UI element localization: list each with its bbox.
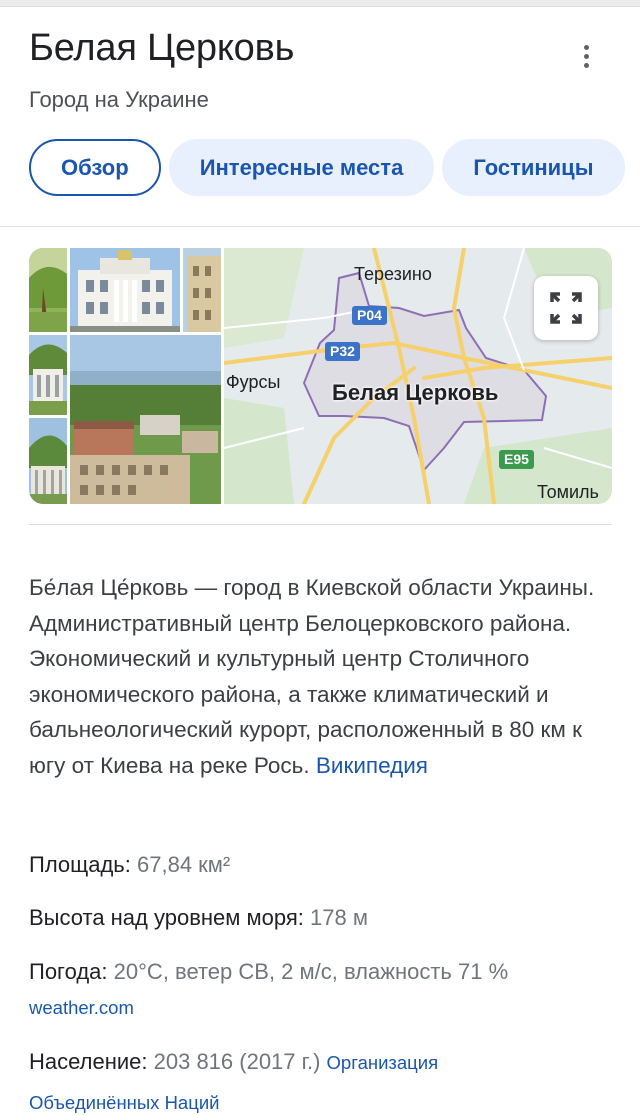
photo-sculpture[interactable] xyxy=(29,418,67,504)
fullscreen-icon[interactable] xyxy=(534,276,598,340)
fact-elevation-label: Высота над уровнем моря: xyxy=(29,905,304,930)
map-city-label: Белая Церковь xyxy=(332,380,499,405)
population-source-link-cont[interactable]: Объединённых Наций xyxy=(29,1092,219,1114)
page-subtitle: Город на Украине xyxy=(29,87,209,112)
tab-places-of-interest[interactable]: Интересные места xyxy=(168,139,435,196)
fact-population: Население: 203 816 (2017 г.) Организация xyxy=(29,1048,438,1077)
fact-area-label: Площадь: xyxy=(29,852,131,877)
map-place-terezino: Терезино xyxy=(354,264,432,284)
page-title: Белая Церковь xyxy=(29,27,295,69)
map-place-tomilovka: Томиль xyxy=(537,482,599,502)
population-source-link[interactable]: Организация xyxy=(327,1052,439,1073)
fact-weather-label: Погода: xyxy=(29,959,108,984)
photo-rotunda[interactable] xyxy=(29,335,67,415)
photo-tree[interactable] xyxy=(29,248,67,332)
top-divider xyxy=(0,0,640,7)
more-vert-icon[interactable] xyxy=(566,36,606,76)
tab-bar: Обзор Интересные места Гостиницы xyxy=(29,139,640,197)
fact-elevation: Высота над уровнем моря: 178 м xyxy=(29,904,368,932)
fact-population-value: 203 816 (2017 г.) xyxy=(153,1049,321,1074)
weather-source-link[interactable]: weather.com xyxy=(29,997,134,1019)
road-badge-p32: P32 xyxy=(325,342,360,361)
fact-area: Площадь: 67,84 км² xyxy=(29,851,230,879)
description: Бе́лая Це́рковь — город в Киевской облас… xyxy=(29,570,619,784)
road-badge-e95: E95 xyxy=(499,450,534,469)
fact-elevation-value: 178 м xyxy=(310,905,368,930)
description-text: Бе́лая Це́рковь — город в Киевской облас… xyxy=(29,575,595,778)
fact-weather-value: 20°C, ветер СВ, 2 м/с, влажность 71 % xyxy=(113,959,509,984)
photo-white-building[interactable] xyxy=(70,248,180,332)
section-divider xyxy=(29,524,612,525)
media-panel: Терезино Фурсы Томиль Белая Церковь P04 … xyxy=(29,248,612,504)
header-divider xyxy=(0,226,640,227)
map-preview[interactable]: Терезино Фурсы Томиль Белая Церковь P04 … xyxy=(224,248,612,504)
photo-city-panorama[interactable] xyxy=(70,335,221,504)
fact-weather: Погода: 20°C, ветер СВ, 2 м/с, влажность… xyxy=(29,958,508,986)
map-place-fursy: Фурсы xyxy=(226,372,281,392)
fact-area-value: 67,84 км² xyxy=(137,852,231,877)
fact-population-label: Население: xyxy=(29,1049,148,1074)
tab-overview[interactable]: Обзор xyxy=(29,139,161,196)
wikipedia-link[interactable]: Википедия xyxy=(316,753,428,778)
photo-yellow-building[interactable] xyxy=(183,248,221,332)
tab-hotels[interactable]: Гостиницы xyxy=(442,139,625,196)
road-badge-p04: P04 xyxy=(352,306,387,325)
